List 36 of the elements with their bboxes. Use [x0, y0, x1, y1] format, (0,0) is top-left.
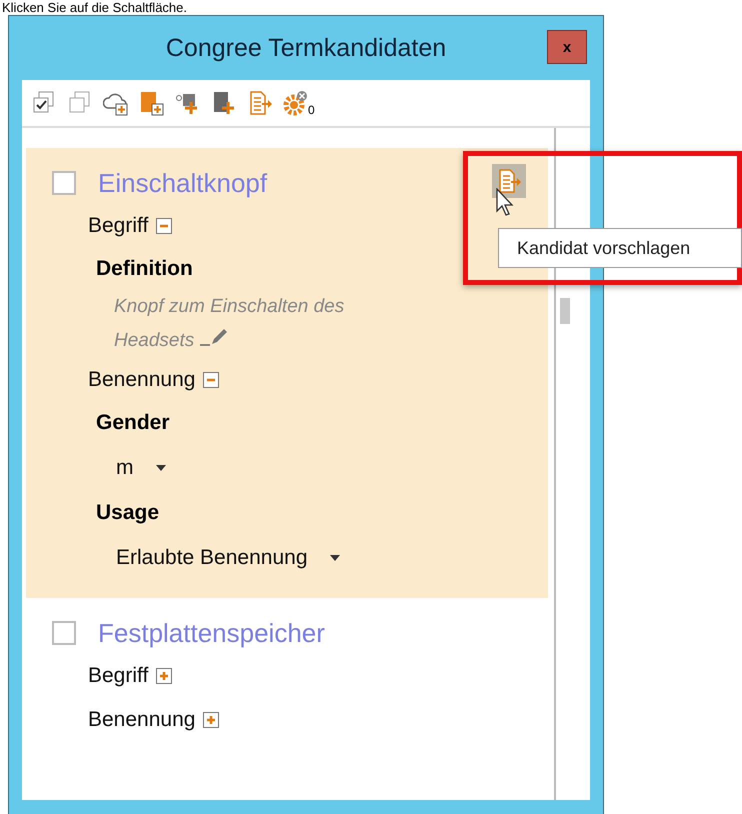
propose-candidate-button[interactable]: [492, 164, 526, 198]
error-count: 0: [308, 103, 315, 117]
candidate-name: Einschaltknopf: [98, 168, 268, 198]
definition-text: Knopf zum Einschalten des Headsets: [113, 295, 346, 353]
book-plus-icon: [139, 90, 165, 116]
pencil-icon: [200, 328, 228, 346]
field-label: Gender: [95, 410, 171, 436]
window-title: Congree Termkandidaten: [164, 34, 448, 62]
collapse-button[interactable]: [203, 372, 220, 388]
settings-button[interactable]: [282, 89, 310, 117]
section-label: Benennung: [88, 368, 196, 392]
plus-icon: [206, 715, 216, 725]
book-add-button[interactable]: [138, 89, 166, 117]
book-plus-icon: [211, 90, 237, 116]
collapse-button[interactable]: [156, 218, 172, 234]
section-label: Benennung: [88, 708, 196, 732]
instruction-text: Klicken Sie auf die Schaltfläche.: [1, 0, 187, 15]
gear-icon: [283, 90, 309, 116]
scrollbar-thumb[interactable]: [560, 298, 570, 324]
checkbox[interactable]: [52, 621, 76, 645]
expand-button[interactable]: [156, 668, 172, 684]
tooltip: Kandidat vorschlagen: [498, 228, 742, 268]
dropdown[interactable]: m: [106, 444, 176, 492]
section-label: Begriff: [88, 664, 148, 688]
expand-button[interactable]: [203, 712, 220, 728]
checkbox[interactable]: [52, 171, 76, 195]
section-label: Begriff: [88, 214, 148, 238]
mouse-pointer-icon: [496, 188, 514, 216]
field-label: Definition: [95, 256, 194, 282]
caret-icon: [156, 465, 166, 471]
dropdown[interactable]: Erlaubte Benennung: [106, 534, 350, 582]
plus-icon: [159, 671, 170, 681]
close-button[interactable]: x: [547, 30, 587, 64]
candidate-name: Festplattenspeicher: [98, 618, 325, 648]
caret-icon: [330, 555, 340, 561]
field-label: Usage: [95, 500, 160, 526]
